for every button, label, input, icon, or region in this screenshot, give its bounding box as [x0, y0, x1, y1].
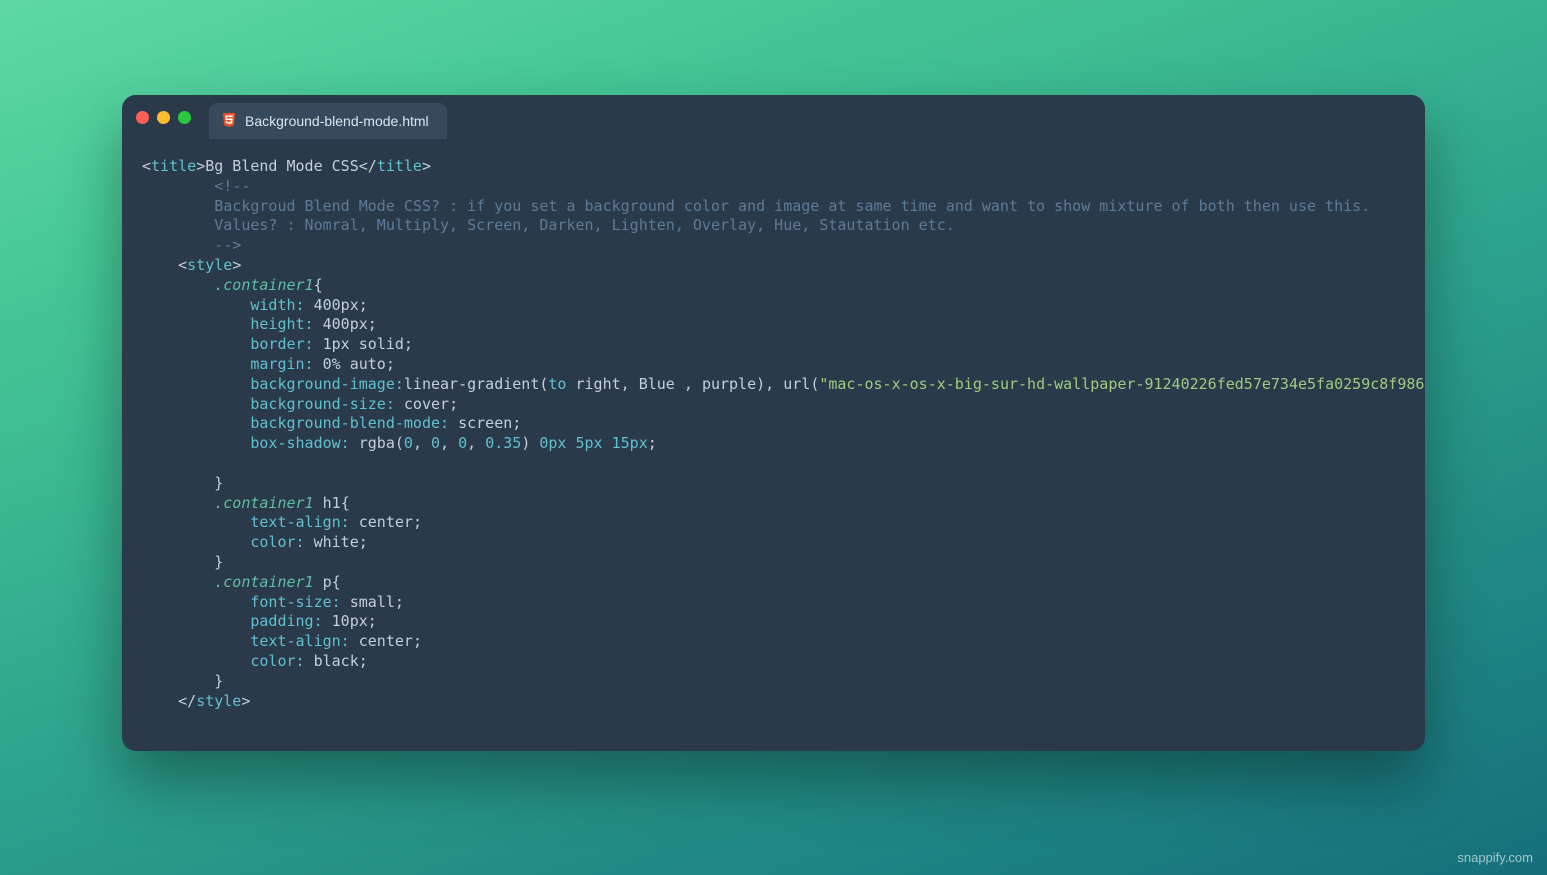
prop-color: color:: [250, 533, 304, 551]
prop-font-size: font-size:: [250, 593, 340, 611]
prop-margin: margin:: [250, 355, 313, 373]
prop-padding: padding:: [250, 612, 322, 630]
prop-bg-size: background-size:: [250, 395, 395, 413]
tag-style-open: style: [187, 256, 232, 274]
comment-line-1: Backgroud Blend Mode CSS? : if you set a…: [214, 197, 1370, 215]
prop-text-align: text-align:: [250, 513, 349, 531]
selector-container1-h1: .container1: [214, 494, 313, 512]
html5-icon: [221, 112, 237, 131]
maximize-icon[interactable]: [178, 111, 191, 124]
tag-title-close: title: [377, 157, 422, 175]
title-text: Bg Blend Mode CSS: [205, 157, 359, 175]
prop-bg-blend: background-blend-mode:: [250, 414, 449, 432]
close-icon[interactable]: [136, 111, 149, 124]
prop-height: height:: [250, 315, 313, 333]
prop-border: border:: [250, 335, 313, 353]
selector-container1-p: .container1: [214, 573, 313, 591]
prop-width: width:: [250, 296, 304, 314]
file-tab[interactable]: Background-blend-mode.html: [209, 103, 447, 139]
bg-image-url: "mac-os-x-os-x-big-sur-hd-wallpaper-9124…: [819, 375, 1425, 393]
minimize-icon[interactable]: [157, 111, 170, 124]
tag-title-open: title: [151, 157, 196, 175]
titlebar: Background-blend-mode.html: [122, 95, 1425, 139]
tag-style-close: style: [196, 692, 241, 710]
code-area[interactable]: <title>Bg Blend Mode CSS</title> <!-- Ba…: [122, 139, 1425, 751]
comment-line-2: Values? : Nomral, Multiply, Screen, Dark…: [214, 216, 955, 234]
comment-open: <!--: [214, 177, 250, 195]
selector-container1: .container1: [214, 276, 313, 294]
code-window: Background-blend-mode.html <title>Bg Ble…: [122, 95, 1425, 751]
watermark: snappify.com: [1457, 850, 1533, 865]
prop-bg-image: background-image:: [250, 375, 404, 393]
prop-text-align-2: text-align:: [250, 632, 349, 650]
window-controls: [136, 111, 191, 124]
comment-close: -->: [214, 236, 241, 254]
prop-box-shadow: box-shadow:: [250, 434, 349, 452]
prop-color-2: color:: [250, 652, 304, 670]
tab-label: Background-blend-mode.html: [245, 113, 429, 129]
